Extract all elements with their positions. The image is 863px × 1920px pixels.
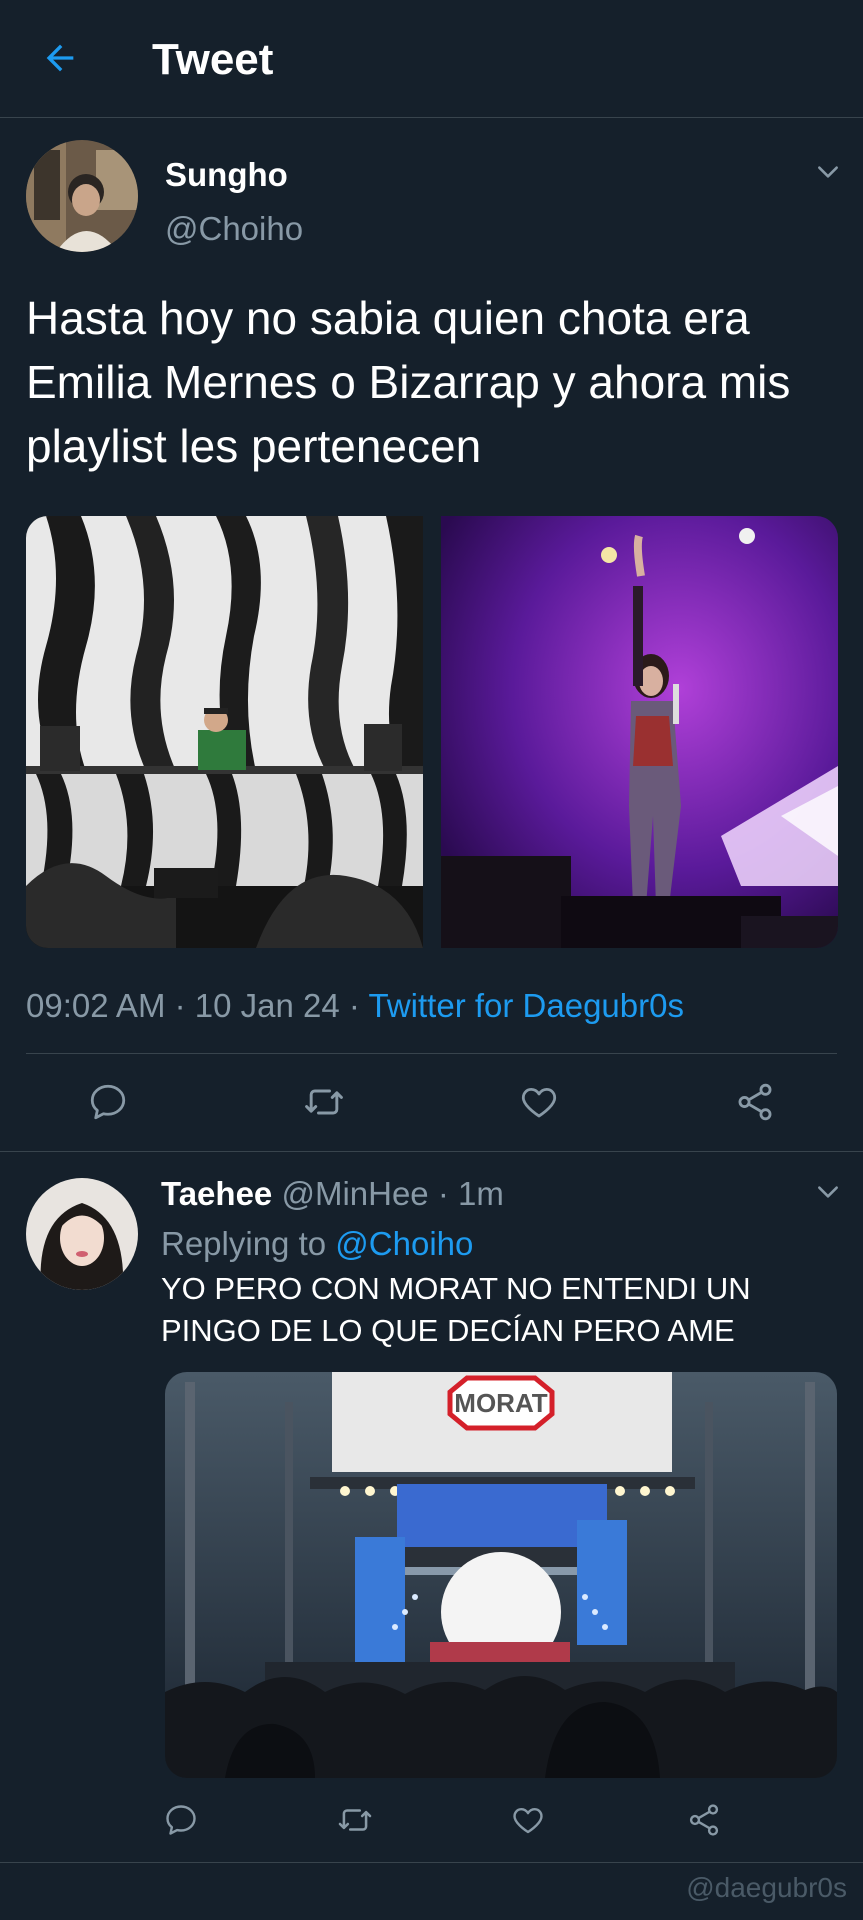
reply-image-concert[interactable]: MORAT — [165, 1372, 837, 1778]
retweet-button[interactable] — [294, 1072, 354, 1132]
reply-retweet-button[interactable] — [325, 1790, 385, 1850]
share-button[interactable] — [725, 1072, 785, 1132]
reply-author-handle[interactable]: @MinHee — [281, 1175, 428, 1212]
reply-text: YO PERO CON MORAT NO ENTENDI UN PINGO DE… — [161, 1271, 751, 1348]
author-avatar[interactable] — [26, 140, 138, 252]
share-icon — [689, 1804, 719, 1836]
reply-icon — [166, 1805, 196, 1835]
arrow-left-icon — [46, 44, 74, 72]
like-icon — [521, 1088, 557, 1118]
tweet-image-singer[interactable] — [441, 516, 838, 948]
reply-more-options-button[interactable] — [810, 1174, 846, 1210]
replying-to-label: Replying to — [161, 1225, 327, 1262]
meta-separator: · — [174, 987, 186, 1024]
meta-separator: · — [348, 987, 360, 1024]
replying-to-handle[interactable]: @Choiho — [335, 1225, 473, 1262]
reply-reply-button[interactable] — [151, 1790, 211, 1850]
replying-to: Replying to @Choiho — [161, 1220, 473, 1268]
reply-time: 1m — [458, 1175, 504, 1212]
like-icon — [513, 1808, 543, 1834]
top-bar: Tweet — [0, 0, 863, 118]
tweet-image-dj[interactable] — [26, 516, 423, 948]
tweet-client-link[interactable]: Twitter for Daegubr0s — [369, 987, 684, 1024]
morat-sign-text: MORAT — [454, 1388, 548, 1418]
page-title: Tweet — [152, 35, 274, 84]
chevron-down-icon — [818, 166, 838, 178]
reply-separator: · — [437, 1175, 449, 1212]
retweet-icon — [305, 1089, 343, 1115]
divider — [26, 1053, 837, 1054]
reply-button[interactable] — [78, 1072, 138, 1132]
reply-icon — [90, 1084, 126, 1120]
author-name[interactable]: Sungho — [165, 154, 288, 196]
watermark-text: @daegubr0s — [686, 1872, 847, 1903]
like-button[interactable] — [509, 1072, 569, 1132]
share-icon — [738, 1083, 772, 1121]
author-handle[interactable]: @Choiho — [165, 208, 303, 250]
reply-header: Taehee @MinHee · 1m — [161, 1170, 504, 1218]
bottom-divider — [0, 1862, 863, 1863]
more-options-button[interactable] — [810, 154, 846, 190]
tweet-time: 09:02 AM — [26, 987, 166, 1024]
reply-author-name[interactable]: Taehee — [161, 1175, 272, 1212]
tweet-date: 10 Jan 24 — [194, 987, 340, 1024]
reply-share-button[interactable] — [674, 1790, 734, 1850]
section-divider — [0, 1151, 863, 1152]
tweet-text: Hasta hoy no sabia quien chota era Emili… — [26, 292, 791, 472]
back-button[interactable] — [36, 34, 84, 82]
chevron-down-icon — [818, 1186, 838, 1198]
reply-like-button[interactable] — [498, 1790, 558, 1850]
reply-author-avatar[interactable] — [26, 1178, 138, 1290]
retweet-icon — [338, 1809, 372, 1831]
tweet-meta: 09:02 AM · 10 Jan 24 · Twitter for Daegu… — [26, 978, 684, 1034]
